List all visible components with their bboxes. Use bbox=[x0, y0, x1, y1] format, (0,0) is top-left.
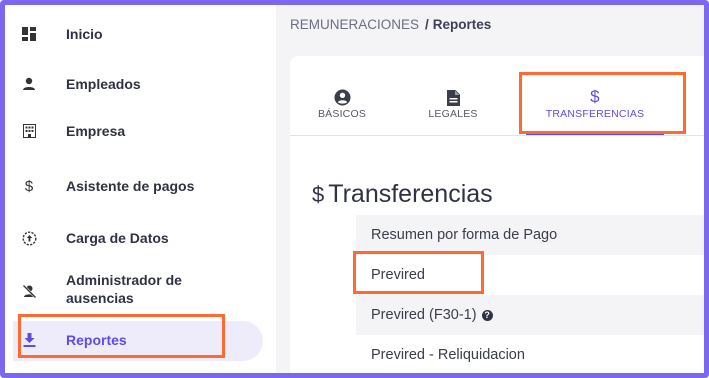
main-content: REMUNERACIONES / Reportes BÁSICOS LEGALES … bbox=[276, 5, 704, 373]
breadcrumb-parent[interactable]: REMUNERACIONES bbox=[290, 17, 419, 32]
dashboard-icon bbox=[21, 26, 37, 42]
report-row-resumen[interactable]: Resumen por forma de Pago bbox=[356, 215, 704, 255]
sidebar-item-label: Empleados bbox=[66, 76, 141, 92]
tabs-divider bbox=[290, 135, 704, 136]
tab-label: BÁSICOS bbox=[317, 108, 367, 120]
dollar-icon: $ bbox=[312, 181, 325, 207]
highlight-reportes-item bbox=[18, 314, 225, 358]
tab-label: LEGALES bbox=[428, 108, 478, 120]
breadcrumb: REMUNERACIONES / Reportes bbox=[290, 17, 491, 32]
report-label: Resumen por forma de Pago bbox=[371, 227, 558, 243]
section-title-text: Transferencias bbox=[328, 180, 493, 208]
highlight-transferencias-tab bbox=[519, 72, 686, 134]
sidebar-item-inicio[interactable]: Inicio bbox=[5, 23, 265, 45]
sidebar-item-label: Empresa bbox=[66, 123, 126, 139]
sidebar-item-label: Inicio bbox=[66, 26, 103, 42]
report-label: Previred (F30-1) bbox=[371, 307, 477, 323]
sidebar-item-empresa[interactable]: Empresa bbox=[5, 120, 265, 142]
sidebar-item-carga-de-datos[interactable]: Carga de Datos bbox=[5, 227, 265, 249]
account-circle-icon bbox=[312, 86, 372, 108]
breadcrumb-separator: / bbox=[425, 17, 429, 32]
person-off-icon bbox=[21, 283, 37, 299]
tab-legales[interactable]: LEGALES bbox=[423, 86, 483, 136]
report-row-previred-reliquidacion[interactable]: Previred - Reliquidacion bbox=[356, 335, 704, 375]
report-row-previred-f30-1[interactable]: Previred (F30-1) ? bbox=[356, 295, 704, 335]
sidebar-item-label: Asistente de pagos bbox=[66, 178, 195, 194]
highlight-previred-row bbox=[353, 251, 484, 294]
dollar-icon: $ bbox=[24, 177, 34, 195]
sidebar-item-empleados[interactable]: Empleados bbox=[5, 73, 265, 95]
upload-circle-icon bbox=[21, 230, 37, 246]
report-label: Previred - Reliquidacion bbox=[371, 347, 525, 363]
sidebar-item-label: Carga de Datos bbox=[66, 230, 169, 246]
tab-basicos[interactable]: BÁSICOS bbox=[312, 86, 372, 136]
sidebar-item-label: Administrador de ausencias bbox=[66, 272, 182, 306]
breadcrumb-current: Reportes bbox=[432, 17, 492, 32]
person-icon bbox=[21, 76, 37, 92]
sidebar-item-asistente-de-pagos[interactable]: $ Asistente de pagos bbox=[5, 175, 265, 197]
section-title: $ Transferencias bbox=[312, 180, 493, 209]
sidebar-item-administrador-de-ausencias[interactable]: Administrador de ausencias bbox=[5, 269, 265, 311]
document-icon bbox=[423, 86, 483, 108]
building-icon bbox=[21, 123, 37, 139]
help-icon[interactable]: ? bbox=[481, 309, 493, 321]
